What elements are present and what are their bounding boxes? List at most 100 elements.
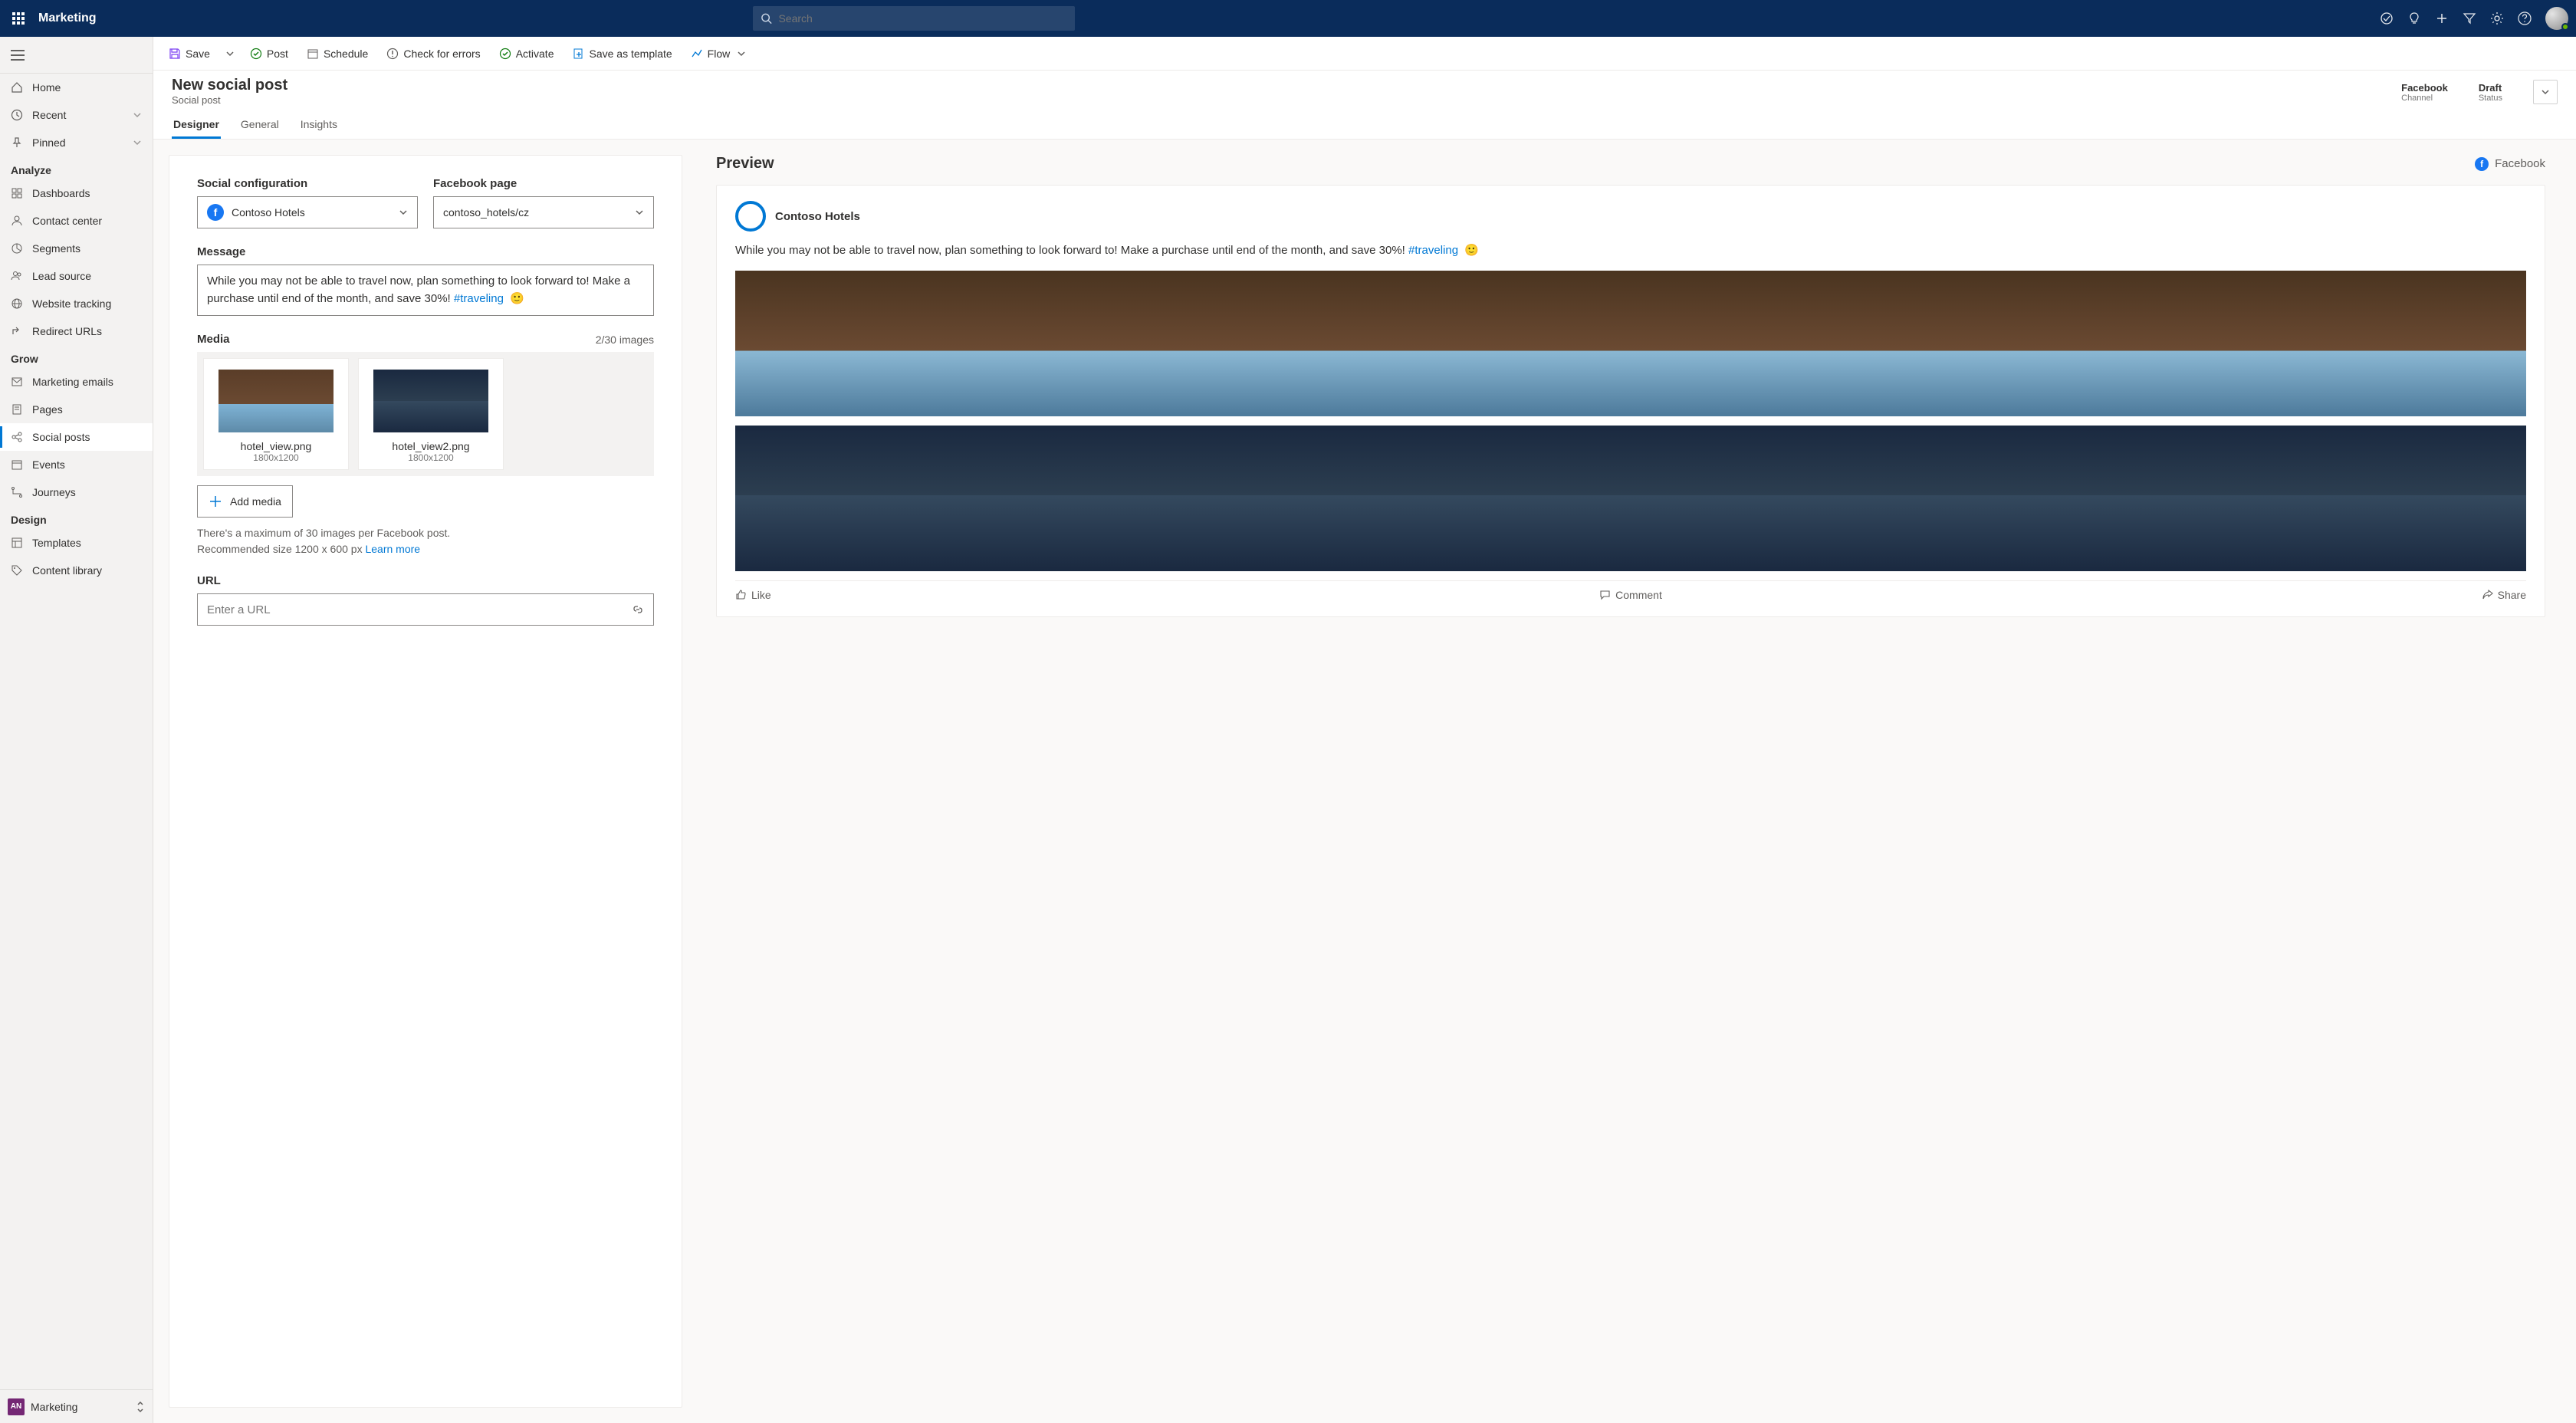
learn-more-link[interactable]: Learn more — [365, 543, 420, 555]
flow-button[interactable]: Flow — [685, 41, 752, 66]
gear-icon[interactable] — [2490, 12, 2504, 25]
nav-footer-label: Marketing — [31, 1401, 77, 1413]
hashtag: #traveling — [454, 292, 504, 305]
app-launcher-icon[interactable] — [8, 8, 29, 29]
dashboard-icon — [11, 187, 23, 199]
nav-label: Pages — [32, 403, 63, 416]
chevron-down-icon — [635, 208, 644, 217]
preview-card: Contoso Hotels While you may not be able… — [716, 185, 2545, 617]
activate-button[interactable]: Activate — [493, 41, 560, 66]
nav-website-tracking[interactable]: Website tracking — [0, 290, 153, 317]
preview-actions: Like Comment Share — [735, 580, 2526, 601]
social-config-select[interactable]: f Contoso Hotels — [197, 196, 418, 228]
nav-section-design: Design — [0, 506, 153, 529]
fb-page-select[interactable]: contoso_hotels/cz — [433, 196, 654, 228]
nav-label: Content library — [32, 564, 102, 577]
nav-label: Contact center — [32, 215, 102, 227]
nav-redirect-urls[interactable]: Redirect URLs — [0, 317, 153, 345]
media-filename: hotel_view.png — [212, 440, 340, 452]
media-filename: hotel_view2.png — [366, 440, 495, 452]
people-icon — [11, 270, 23, 282]
media-help-text: There's a maximum of 30 images per Faceb… — [197, 525, 654, 557]
nav-marketing-emails[interactable]: Marketing emails — [0, 368, 153, 396]
search-input[interactable] — [778, 12, 1067, 25]
comment-icon — [1599, 589, 1611, 600]
nav-dashboards[interactable]: Dashboards — [0, 179, 153, 207]
page-title: New social post — [172, 77, 288, 94]
nav-label: Lead source — [32, 270, 91, 282]
preview-avatar — [735, 201, 766, 232]
nav-segments[interactable]: Segments — [0, 235, 153, 262]
chevron-down-icon — [226, 50, 234, 58]
save-dropdown[interactable] — [222, 50, 238, 58]
target-icon[interactable] — [2380, 12, 2394, 25]
facebook-icon: f — [207, 204, 224, 221]
nav-templates[interactable]: Templates — [0, 529, 153, 557]
check-circle-icon — [250, 48, 262, 60]
search-box[interactable] — [753, 6, 1075, 31]
nav-label: Website tracking — [32, 297, 111, 310]
like-button[interactable]: Like — [735, 589, 1133, 601]
link-icon[interactable] — [632, 603, 644, 616]
nav-pages[interactable]: Pages — [0, 396, 153, 423]
add-media-button[interactable]: Add media — [197, 485, 293, 518]
nav-content-library[interactable]: Content library — [0, 557, 153, 584]
url-input-wrapper — [197, 593, 654, 626]
nav-home[interactable]: Home — [0, 74, 153, 101]
share-icon — [2482, 589, 2493, 600]
nav-recent[interactable]: Recent — [0, 101, 153, 129]
url-input[interactable] — [207, 603, 632, 616]
nav-label: Recent — [32, 109, 66, 121]
chevron-down-icon — [133, 110, 142, 120]
preview-title: Preview — [716, 155, 774, 173]
lightbulb-icon[interactable] — [2407, 12, 2421, 25]
nav-pinned[interactable]: Pinned — [0, 129, 153, 156]
post-button[interactable]: Post — [244, 41, 294, 66]
app-badge: AN — [8, 1398, 25, 1415]
save-template-button[interactable]: Save as template — [567, 41, 678, 66]
check-circle-icon — [499, 48, 511, 60]
home-icon — [11, 81, 23, 94]
save-template-icon — [573, 48, 585, 60]
media-item[interactable]: hotel_view.png 1800x1200 — [203, 358, 349, 470]
help-icon[interactable] — [2518, 12, 2532, 25]
updown-icon — [136, 1401, 145, 1413]
nav-lead-source[interactable]: Lead source — [0, 262, 153, 290]
nav-journeys[interactable]: Journeys — [0, 478, 153, 506]
redirect-icon — [11, 325, 23, 337]
nav-contact-center[interactable]: Contact center — [0, 207, 153, 235]
expand-header-button[interactable] — [2533, 80, 2558, 104]
smile-emoji: 🙂 — [510, 291, 524, 308]
chevron-down-icon — [399, 208, 408, 217]
nav-label: Events — [32, 458, 65, 471]
nav-toggle-icon[interactable] — [11, 50, 25, 61]
pin-icon — [11, 136, 23, 149]
filter-icon[interactable] — [2463, 12, 2476, 25]
command-bar: Save Post Schedule Check for errors Acti… — [153, 37, 2576, 71]
nav-label: Dashboards — [32, 187, 90, 199]
user-avatar[interactable] — [2545, 7, 2568, 30]
search-icon — [761, 12, 772, 25]
error-icon — [386, 48, 399, 60]
nav-events[interactable]: Events — [0, 451, 153, 478]
plus-icon[interactable] — [2435, 12, 2449, 25]
page-header: New social post Social post Facebook Cha… — [153, 71, 2576, 106]
comment-button[interactable]: Comment — [1133, 589, 2128, 601]
message-textarea[interactable]: While you may not be able to travel now,… — [197, 265, 654, 316]
social-config-value: Contoso Hotels — [232, 206, 305, 219]
tab-designer[interactable]: Designer — [172, 112, 221, 139]
nav-social-posts[interactable]: Social posts — [0, 423, 153, 451]
tab-insights[interactable]: Insights — [299, 112, 339, 139]
check-errors-button[interactable]: Check for errors — [380, 41, 486, 66]
tab-general[interactable]: General — [239, 112, 281, 139]
tag-icon — [11, 564, 23, 577]
media-item[interactable]: hotel_view2.png 1800x1200 — [358, 358, 504, 470]
app-name: Marketing — [38, 12, 97, 25]
nav-footer[interactable]: AN Marketing — [0, 1389, 153, 1423]
nav-label: Templates — [32, 537, 81, 549]
preview-panel: Preview f Facebook Contoso Hotels While … — [701, 155, 2561, 1408]
header-actions — [2380, 7, 2568, 30]
schedule-button[interactable]: Schedule — [301, 41, 374, 66]
share-button[interactable]: Share — [2128, 589, 2526, 601]
save-button[interactable]: Save — [163, 41, 216, 66]
